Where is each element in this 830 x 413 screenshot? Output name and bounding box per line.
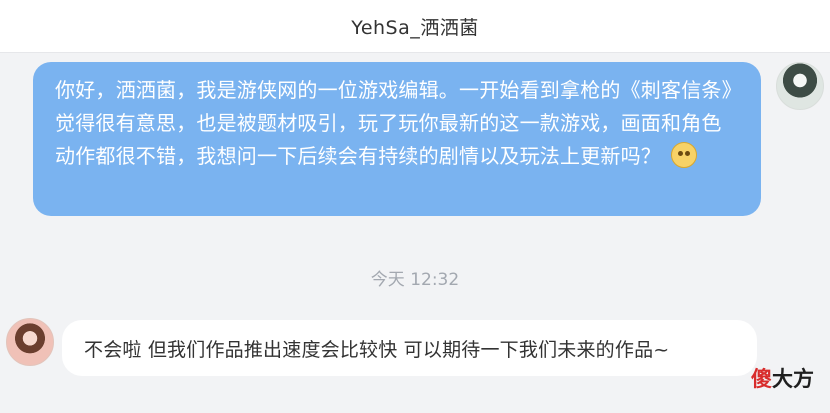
chat-header: YehSa_洒洒菌 [0, 0, 830, 53]
smiley-emoji-icon [671, 142, 697, 168]
outgoing-message-bubble: 你好，洒洒菌，我是游侠网的一位游戏编辑。一开始看到拿枪的《刺客信条》觉得很有意思… [33, 62, 761, 216]
watermark-part-2: 大方 [772, 367, 814, 391]
message-timestamp: 今天 12:32 [370, 270, 460, 290]
sender-avatar[interactable] [776, 62, 824, 110]
receiver-avatar[interactable] [6, 318, 54, 366]
chat-title: YehSa_洒洒菌 [351, 16, 479, 39]
incoming-message-text: 不会啦 但我们作品推出速度会比较快 可以期待一下我们未来的作品~ [84, 338, 670, 361]
incoming-message-bubble: 不会啦 但我们作品推出速度会比较快 可以期待一下我们未来的作品~ [62, 320, 757, 376]
site-watermark: 傻大方 [751, 363, 814, 393]
outgoing-message-text: 你好，洒洒菌，我是游侠网的一位游戏编辑。一开始看到拿枪的《刺客信条》觉得很有意思… [55, 78, 732, 168]
watermark-part-1: 傻 [751, 367, 772, 391]
